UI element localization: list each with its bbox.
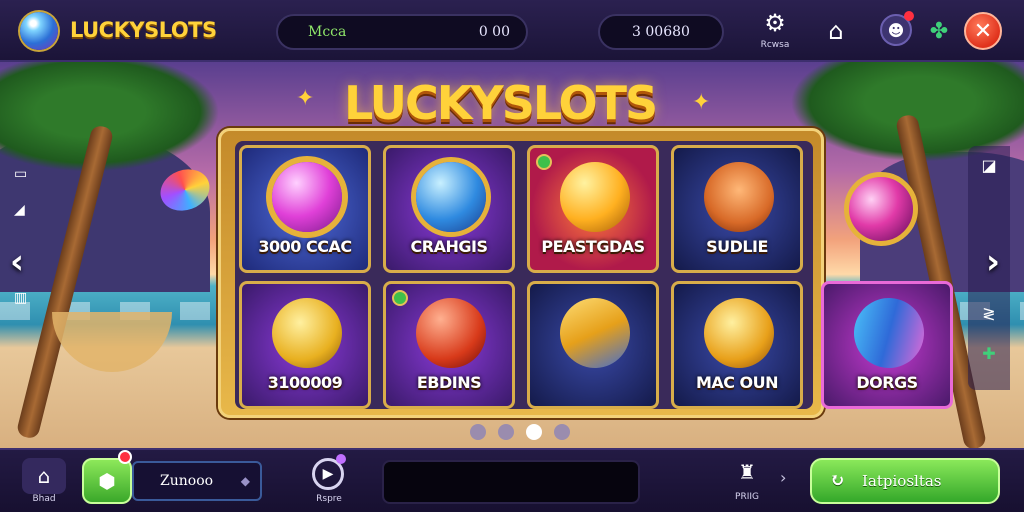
hammock: [52, 312, 172, 372]
game-board: 3000 CCAC CRAHGIS PEASTGDAS SUDLIE 3100009 EB…: [218, 128, 953, 418]
game-name: DORGS: [856, 373, 918, 392]
balance-label: Mcca: [308, 24, 347, 40]
banner-title: LUCKYSLOTS: [344, 76, 658, 130]
game-name: SUDLIE: [706, 237, 768, 256]
gear-icon[interactable]: ⚙: [758, 8, 792, 38]
chat-icon[interactable]: ◪: [974, 156, 1004, 175]
book-icon[interactable]: ▥: [14, 290, 27, 306]
croissant-icon: [704, 298, 774, 368]
coin-input[interactable]: Zunooo ◆: [132, 461, 262, 501]
paint-label: PRIIG: [735, 492, 759, 502]
pagination-dot[interactable]: [554, 424, 570, 440]
game-name: 3000 CCAC: [258, 237, 352, 256]
cta-button[interactable]: ↻ Iatpiosltas: [810, 458, 1000, 504]
game-tile[interactable]: 3100009: [239, 281, 371, 409]
gem-icon: [272, 162, 342, 232]
shop-icon[interactable]: ⌂: [818, 14, 854, 48]
sparkle-icon: ✦: [692, 90, 711, 115]
game-tile[interactable]: [527, 281, 659, 409]
sparkle-icon: ✦: [296, 86, 315, 111]
gift-icon: ⬢: [98, 469, 116, 493]
gift-button[interactable]: ⬢: [82, 458, 132, 504]
game-tile[interactable]: PEASTGDAS: [527, 145, 659, 273]
coin-input-value: Zunooo: [160, 473, 214, 489]
gold-animal-icon: [272, 298, 342, 368]
flag-icon[interactable]: ◢: [14, 202, 25, 218]
cta-label: Iatpiosltas: [862, 472, 942, 490]
next-arrow-button[interactable]: ›: [986, 242, 1000, 282]
game-name: PEASTGDAS: [541, 237, 645, 256]
replay-badge: [336, 454, 346, 464]
home-label: Bhad: [32, 494, 56, 504]
game-tile[interactable]: 3000 CCAC: [239, 145, 371, 273]
game-name: CRAHGIS: [410, 237, 488, 256]
close-button[interactable]: ✕: [964, 12, 1002, 50]
game-tile[interactable]: SUDLIE: [671, 145, 803, 273]
game-tile[interactable]: EBDINS: [383, 281, 515, 409]
game-name: MAC OUN: [695, 373, 779, 392]
app-title: LUCKYSLOTS: [70, 18, 217, 42]
palm-leaves-left: [0, 62, 220, 172]
clover-icon[interactable]: ✤: [924, 16, 954, 46]
bone-icon: [841, 285, 937, 381]
badge-icon: [536, 154, 552, 170]
logo-icon: [20, 12, 58, 50]
game-tile[interactable]: CRAHGIS: [383, 145, 515, 273]
gift-notification-dot: [118, 450, 132, 464]
game-tile[interactable]: MAC OUN: [671, 281, 803, 409]
refresh-icon: ↻: [830, 470, 846, 491]
chevron-right-icon[interactable]: ›: [780, 468, 786, 487]
bottom-bar: ⌂ Bhad Zunooo ◆ ⬢ ▶ Rspre ♜ PRIIG › ↻ Ia…: [0, 448, 1024, 512]
window-icon[interactable]: ▭: [14, 166, 27, 182]
game-grid: 3000 CCAC CRAHGIS PEASTGDAS SUDLIE 3100009 EB…: [235, 141, 953, 409]
blue-candy-icon: [416, 162, 486, 232]
notification-dot: [904, 11, 914, 21]
pagination-dot[interactable]: [526, 424, 542, 440]
game-name: 3100009: [267, 373, 343, 392]
pagination-dot[interactable]: [470, 424, 486, 440]
paint-icon[interactable]: ♜: [734, 460, 760, 486]
balance-value: 0 00: [478, 24, 510, 40]
top-bar: LUCKYSLOTS Mcca 0 00 3 00680 ⚙ Rcwsa ⌂ ☻…: [0, 0, 1024, 62]
pagination-dot[interactable]: [498, 424, 514, 440]
search-input[interactable]: [382, 460, 640, 504]
share-icon[interactable]: ≷: [974, 304, 1004, 323]
gold-link-icon: [560, 162, 630, 232]
game-tile[interactable]: DORGS: [821, 281, 953, 409]
balance-pill[interactable]: Mcca 0 00: [276, 14, 528, 50]
pagination-dots: [470, 424, 570, 440]
gift-side-icon[interactable]: ✚: [974, 344, 1004, 363]
home-icon[interactable]: ⌂: [22, 458, 66, 494]
triangle-gem-icon: [550, 288, 640, 378]
cat-icon: [704, 162, 774, 232]
replay-label: Rspre: [316, 494, 342, 504]
red-ball-icon: [416, 298, 486, 368]
settings-label: Rcwsa: [760, 40, 790, 50]
coins-pill[interactable]: 3 00680: [598, 14, 724, 50]
badge-icon: [392, 290, 408, 306]
game-name: EBDINS: [416, 373, 482, 392]
diamond-icon: ◆: [240, 474, 250, 488]
pink-orb-icon: [844, 172, 918, 246]
prev-arrow-button[interactable]: ‹: [10, 242, 24, 282]
